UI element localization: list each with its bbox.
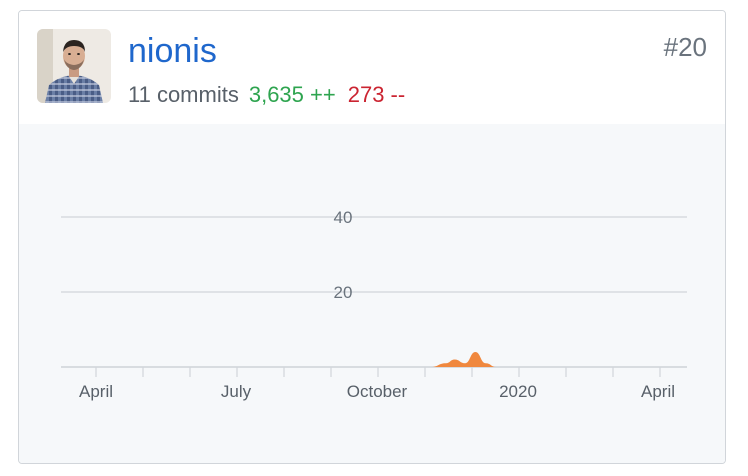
commit-area <box>430 352 507 367</box>
x-tick-label: July <box>221 382 252 401</box>
x-tick-label: October <box>347 382 408 401</box>
y-tick-label: 40 <box>334 208 353 227</box>
chart-svg: 20 40 April July October 2020 April <box>61 208 687 401</box>
x-tick-label: 2020 <box>499 382 537 401</box>
x-tick-label: April <box>641 382 675 401</box>
contribution-chart: 20 40 April July October 2020 April <box>19 124 725 463</box>
x-tick-label: April <box>79 382 113 401</box>
contributor-card: nionis #20 11 commits 3,635 ++ 273 -- 20 40… <box>18 10 726 464</box>
y-tick-label: 20 <box>334 283 353 302</box>
